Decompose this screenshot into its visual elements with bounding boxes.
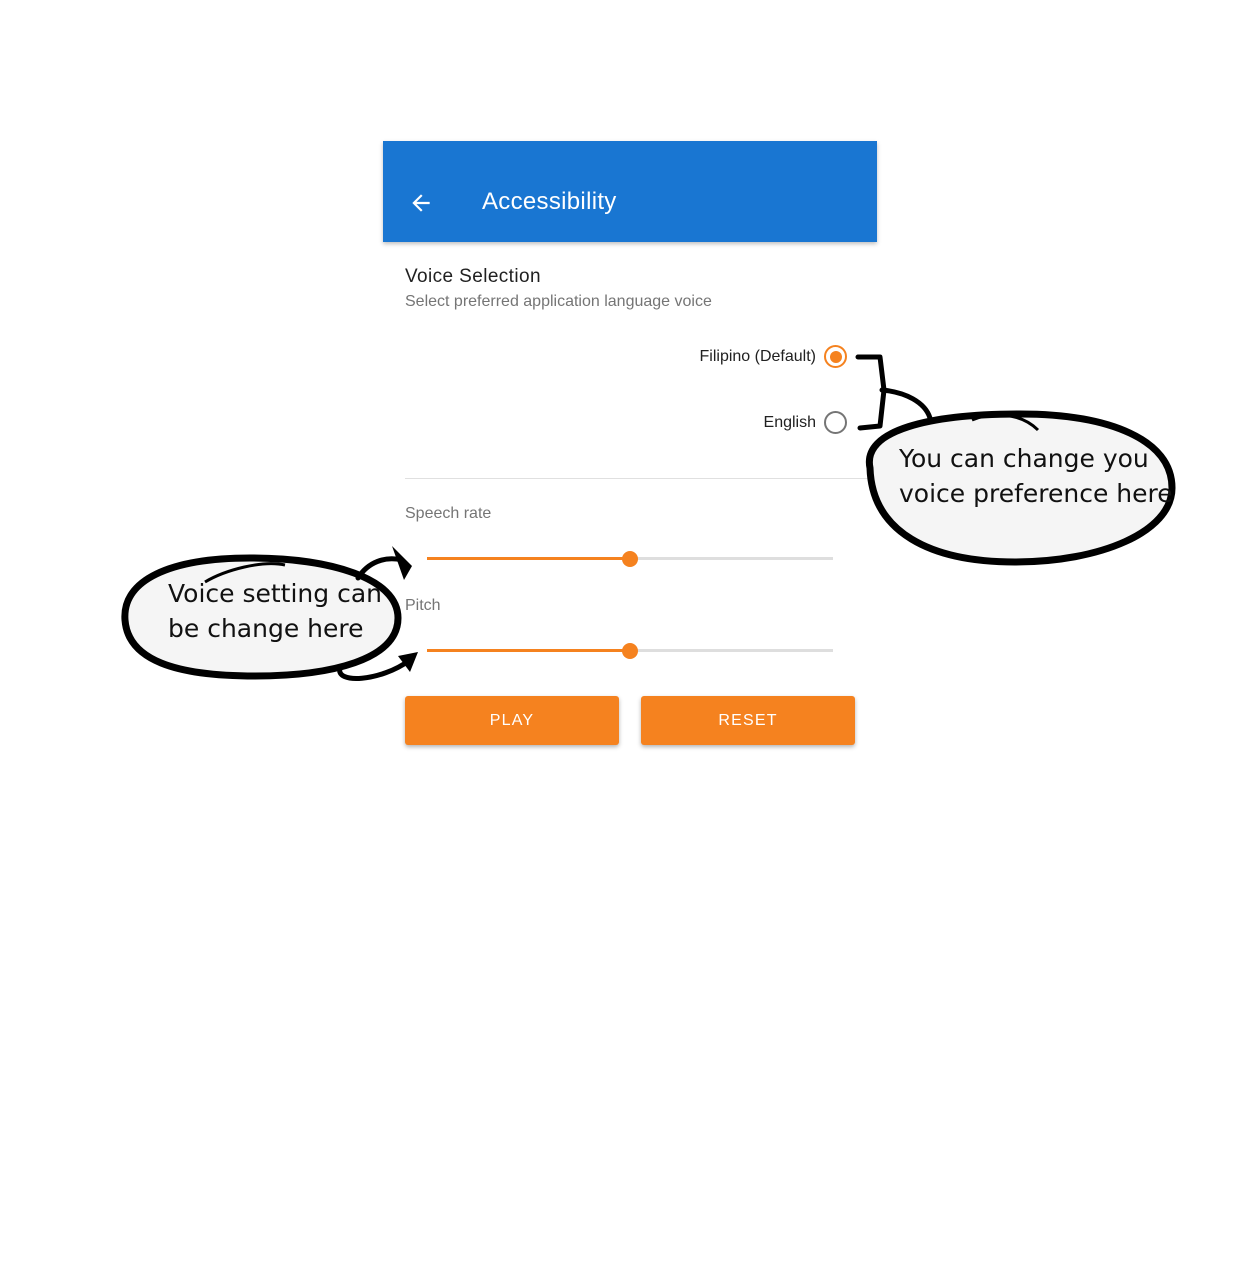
- annotation-line: voice preference here: [899, 479, 1173, 508]
- accessibility-screen: Accessibility Voice Selection Select pre…: [383, 141, 877, 761]
- annotation-line: be change here: [168, 614, 364, 643]
- annotation-line: You can change you: [899, 444, 1149, 473]
- speech-rate-slider[interactable]: [427, 549, 833, 569]
- slider-thumb[interactable]: [622, 643, 638, 659]
- arrow-back-icon: [412, 194, 430, 212]
- radio-checked-dot: [829, 350, 842, 363]
- voice-selection-subtitle: Select preferred application language vo…: [405, 293, 712, 310]
- speech-rate-label: Speech rate: [405, 505, 492, 522]
- radio-button-filipino[interactable]: [824, 345, 847, 368]
- app-bar: Accessibility: [383, 141, 877, 242]
- radio-label-filipino: Filipino (Default): [699, 347, 816, 365]
- reset-button[interactable]: RESET: [641, 696, 855, 745]
- slider-thumb[interactable]: [622, 551, 638, 567]
- play-button[interactable]: PLAY: [405, 696, 619, 745]
- radio-option-filipino[interactable]: Filipino (Default): [700, 345, 847, 368]
- pitch-label: Pitch: [405, 597, 441, 614]
- radio-label-english: English: [763, 413, 816, 431]
- pitch-slider[interactable]: [427, 641, 833, 661]
- slider-fill: [427, 649, 630, 652]
- voice-preference-annotation: You can change you voice preference here: [899, 441, 1173, 511]
- annotation-line: Voice setting can: [168, 579, 383, 608]
- page-title: Accessibility: [482, 188, 617, 215]
- section-divider: [405, 478, 877, 479]
- back-button[interactable]: [403, 185, 439, 221]
- radio-option-english[interactable]: English: [764, 411, 847, 434]
- voice-selection-title: Voice Selection: [405, 266, 541, 287]
- slider-fill: [427, 557, 630, 560]
- voice-setting-annotation: Voice setting can be change here: [168, 576, 382, 646]
- radio-button-english[interactable]: [824, 411, 847, 434]
